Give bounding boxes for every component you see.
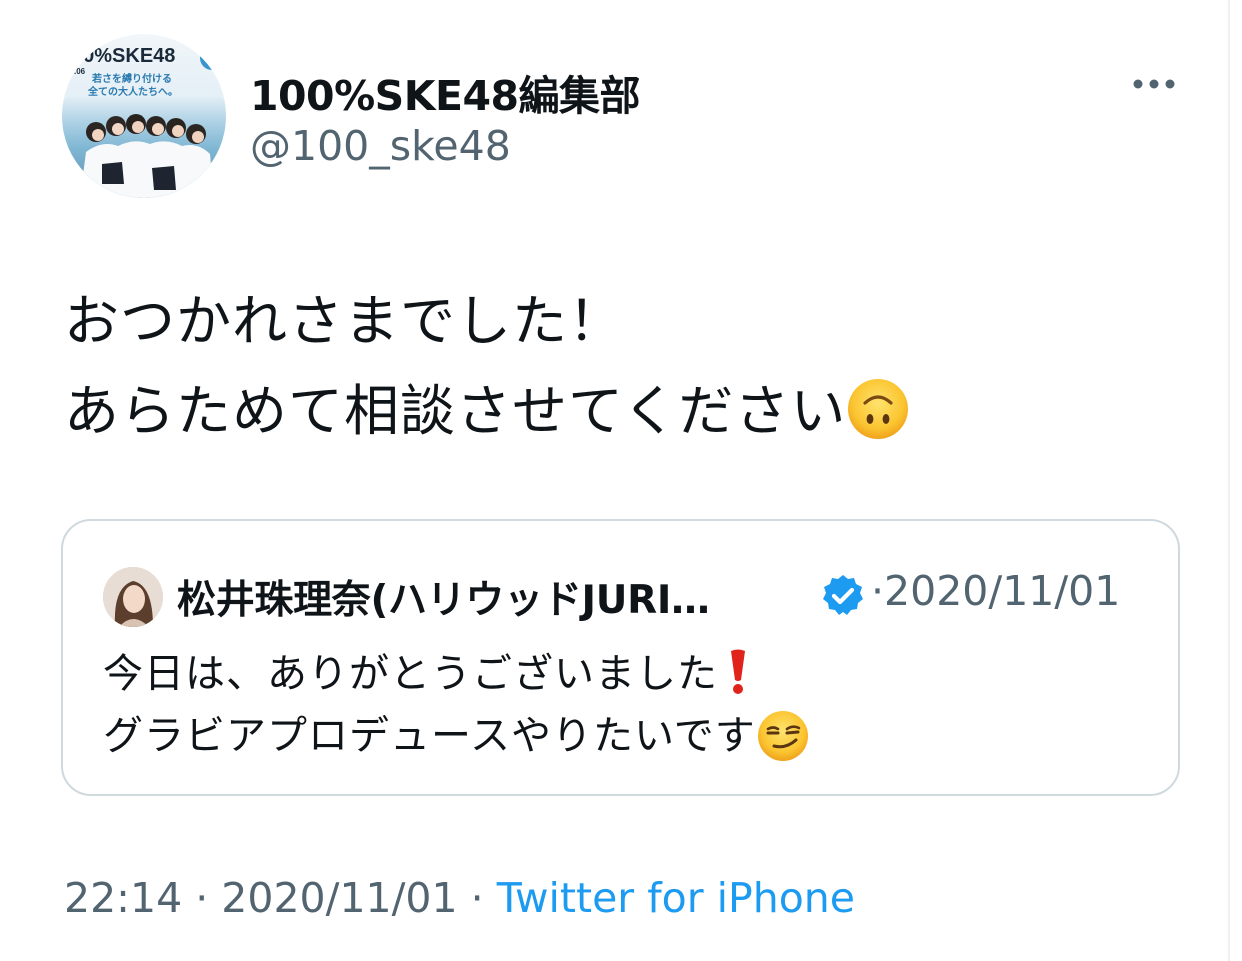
tweet-time[interactable]: 22:14 (64, 874, 182, 922)
quoted-date-text: 2020/11/01 (884, 567, 1121, 615)
quoted-line-2: グラビアプロデュースやりたいです (103, 705, 810, 767)
tweet-line-2-text: あらためて相談させてください (64, 379, 847, 443)
quoted-line-1-text: 今日は、ありがとうございました (103, 651, 718, 697)
tweet-date[interactable]: 2020/11/01 (221, 874, 457, 922)
tweet-line-2: あらためて相談させてください (64, 366, 1184, 456)
quoted-tweet-body: 今日は、ありがとうございました グラビアプロデュースやりたいです (103, 643, 810, 767)
tweet-meta: 22:14 · 2020/11/01 · Twitter for iPhone (64, 874, 855, 922)
meta-separator-1: · (195, 874, 209, 922)
quoted-author-name[interactable]: 松井珠理奈(ハリウッドJURI… (177, 569, 710, 625)
avatar-issue-text: .06 (74, 67, 86, 76)
avatar-sub2-text: 全ての大人たちへ。 (87, 85, 178, 98)
quoted-line-2-text: グラビアプロデュースやりたいです (103, 713, 756, 759)
quoted-author-avatar[interactable] (103, 567, 163, 627)
quoted-date[interactable]: ·2020/11/01 (871, 567, 1120, 615)
tweet-body: おつかれさまでした！ あらためて相談させてください (64, 276, 1184, 456)
smirking-face-icon (757, 711, 808, 761)
avatar-title-text: 00%SKE48 (72, 45, 175, 67)
right-edge-divider (1228, 0, 1230, 961)
tweet-line-1: おつかれさまでした！ (64, 289, 625, 353)
quoted-avatar-image (103, 567, 163, 627)
quoted-tweet-card[interactable]: 松井珠理奈(ハリウッドJURI… ·2020/11/01 今日は、ありがとうござ… (61, 519, 1180, 796)
verified-badge-icon (823, 575, 863, 615)
more-options-button[interactable] (1124, 64, 1184, 104)
red-exclamation-icon (731, 649, 745, 694)
tweet-source-link[interactable]: Twitter for iPhone (497, 874, 855, 922)
avatar-image: 00%SKE48 .06 若さを縛り付ける 全ての大人たちへ。 (72, 45, 224, 198)
quoted-line-1: 今日は、ありがとうございました (103, 643, 810, 705)
upside-down-face-icon (848, 378, 909, 439)
group-photo (80, 114, 214, 198)
author-display-name[interactable]: 100%SKE48編集部 (250, 62, 641, 122)
meta-separator-2: · (470, 874, 484, 922)
avatar-sub-text: 若さを縛り付ける (91, 72, 172, 85)
author-avatar[interactable]: 00%SKE48 .06 若さを縛り付ける 全ての大人たちへ。 (62, 34, 226, 198)
author-handle[interactable]: @100_ske48 (250, 122, 511, 170)
quoted-date-separator: · (871, 567, 885, 615)
more-dots-icon (1133, 79, 1175, 89)
